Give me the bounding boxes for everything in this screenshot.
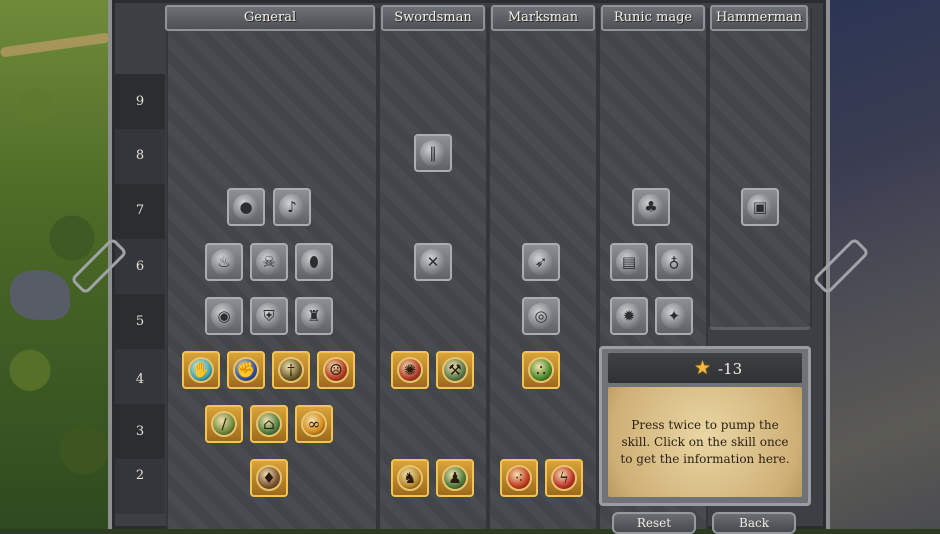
spellbook-icon: ▤ — [621, 253, 637, 271]
skill-cost-bar: ★ -13 — [608, 353, 802, 383]
star-icon: ★ — [694, 357, 712, 379]
skull-icon: ☠ — [262, 253, 276, 271]
skill-runic-5a[interactable]: ✹ — [610, 297, 648, 335]
hand-icon: ✋ — [191, 361, 211, 379]
helmet-icon: ⌂ — [263, 415, 275, 433]
skill-general-5b[interactable]: ⛨ — [250, 297, 288, 335]
orbs-icon: ∴ — [536, 361, 546, 379]
tab-swordsman[interactable]: Swordsman — [381, 5, 485, 31]
row-label: 8 — [135, 148, 145, 163]
skill-info-panel: ★ -13 Press twice to pump the skill. Cli… — [599, 346, 811, 506]
castle-icon: ♜ — [307, 307, 321, 325]
tab-hammerman[interactable]: Hammerman — [710, 5, 808, 31]
tab-marksman[interactable]: Marksman — [491, 5, 595, 31]
potion-icon: ♁ — [668, 253, 680, 271]
sword-icon: † — [287, 361, 295, 379]
row-label: 5 — [135, 314, 145, 329]
skill-general-4a[interactable]: ✋ — [182, 351, 220, 389]
skill-general-4c[interactable]: † — [272, 351, 310, 389]
skill-swordsman-4a[interactable]: ✺ — [391, 351, 429, 389]
skill-general-3b[interactable]: ⌂ — [250, 405, 288, 443]
skill-marksman-4a[interactable]: ∴ — [522, 351, 560, 389]
skill-general-5c[interactable]: ♜ — [295, 297, 333, 335]
row-label: 6 — [135, 259, 145, 274]
rune-icon: ♣ — [644, 198, 658, 216]
burst-icon: ✹ — [622, 307, 636, 325]
arrow-icon: ➶ — [534, 253, 548, 271]
info-parchment: Press twice to pump the skill. Click on … — [608, 387, 802, 497]
skill-marksman-2a[interactable]: ⁖ — [500, 459, 538, 497]
bomb-icon: ● — [239, 198, 253, 216]
column-hammerman — [708, 8, 812, 330]
reset-button[interactable]: Reset — [612, 512, 696, 534]
row-label: 2 — [135, 468, 145, 483]
skill-general-7a[interactable]: ● — [227, 188, 265, 226]
skill-swordsman-6a[interactable]: ✕ — [414, 243, 452, 281]
skill-swordsman-4b[interactable]: ⚒ — [436, 351, 474, 389]
row-label: 9 — [135, 94, 145, 109]
skill-general-2a[interactable]: ♦ — [250, 459, 288, 497]
skill-marksman-6a[interactable]: ➶ — [522, 243, 560, 281]
bolt-icon: ϟ — [559, 469, 569, 487]
skill-runic-6b[interactable]: ♁ — [655, 243, 693, 281]
shield-icon: ⛨ — [263, 307, 275, 325]
blades-icon: ‖ — [429, 144, 437, 162]
cross-swords-icon: ✕ — [426, 253, 440, 271]
skill-runic-6a[interactable]: ▤ — [610, 243, 648, 281]
skill-general-4b[interactable]: ✊ — [227, 351, 265, 389]
eye-icon: ◉ — [217, 307, 231, 325]
skill-cost: -13 — [718, 360, 743, 378]
skill-general-5a[interactable]: ◉ — [205, 297, 243, 335]
vortex-icon: ✦ — [667, 307, 681, 325]
bullets-icon: ⁖ — [514, 469, 524, 487]
map-rock — [10, 270, 70, 320]
skill-runic-5b[interactable]: ✦ — [655, 297, 693, 335]
tab-runic-mage[interactable]: Runic mage — [601, 5, 705, 31]
skill-swordsman-2b[interactable]: ♟ — [436, 459, 474, 497]
tab-general[interactable]: General — [165, 5, 375, 31]
skill-general-6c[interactable]: ⬮ — [295, 243, 333, 281]
skill-marksman-2b[interactable]: ϟ — [545, 459, 583, 497]
skill-runic-7a[interactable]: ♣ — [632, 188, 670, 226]
warrior-icon: ♞ — [403, 469, 417, 487]
bear-icon: ♟ — [448, 469, 462, 487]
row-label: 7 — [135, 203, 145, 218]
chain-icon: ∞ — [307, 415, 321, 433]
skill-general-6b[interactable]: ☠ — [250, 243, 288, 281]
aura-icon: ✺ — [403, 361, 417, 379]
skill-general-3c[interactable]: ∞ — [295, 405, 333, 443]
armor-icon: ♦ — [262, 469, 276, 487]
skill-general-6a[interactable]: ♨ — [205, 243, 243, 281]
skill-swordsman-2a[interactable]: ♞ — [391, 459, 429, 497]
fist-icon: ✊ — [236, 361, 256, 379]
blade-icon: / — [221, 415, 227, 433]
skill-general-7b[interactable]: ♪ — [273, 188, 311, 226]
row-label: 3 — [135, 424, 145, 439]
skill-swordsman-8a[interactable]: ‖ — [414, 134, 452, 172]
skill-hammerman-7a[interactable]: ▣ — [741, 188, 779, 226]
skill-general-4d[interactable]: ☹ — [317, 351, 355, 389]
row-label: 4 — [135, 372, 145, 387]
rage-face-icon: ☹ — [329, 361, 343, 379]
info-message: Press twice to pump the skill. Click on … — [620, 418, 790, 466]
skill-marksman-5a[interactable]: ◎ — [522, 297, 560, 335]
fist-armor-icon: ▣ — [752, 198, 768, 216]
row-numbers: 9 8 7 6 5 4 3 2 — [115, 74, 165, 529]
back-button[interactable]: Back — [712, 512, 796, 534]
map-road — [0, 32, 111, 58]
target-icon: ◎ — [534, 307, 548, 325]
skill-general-3a[interactable]: / — [205, 405, 243, 443]
fire-icon: ♨ — [217, 253, 231, 271]
boot-icon: ⬮ — [309, 253, 319, 271]
hammer-icon: ⚒ — [448, 361, 462, 379]
horn-icon: ♪ — [287, 198, 297, 216]
